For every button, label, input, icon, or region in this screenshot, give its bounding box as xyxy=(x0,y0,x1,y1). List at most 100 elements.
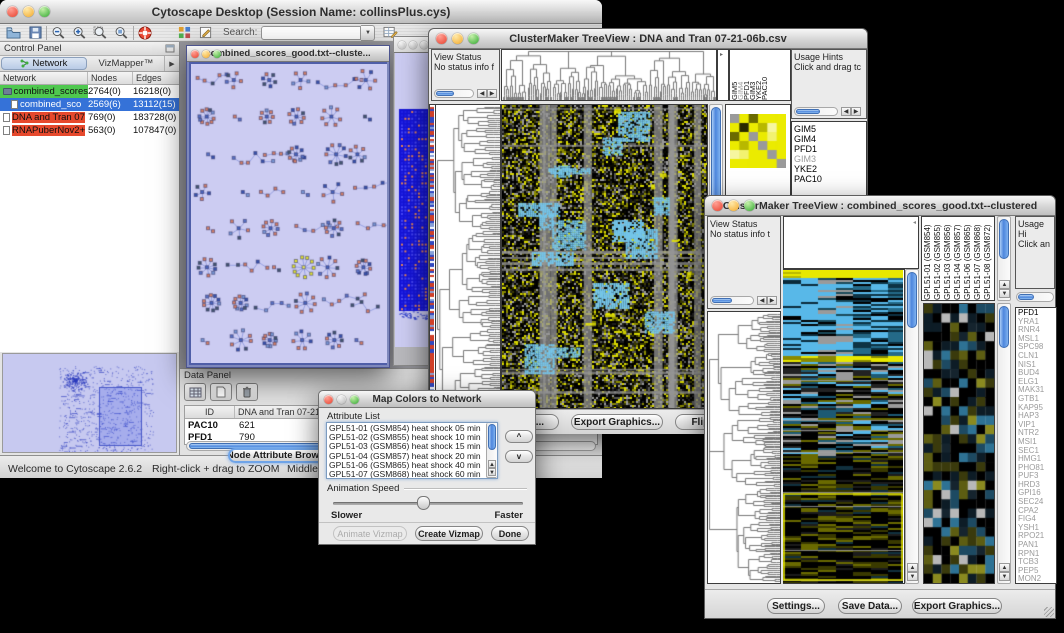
vscroll-thumb[interactable] xyxy=(488,424,496,450)
column-label[interactable]: GPL51-08 (GSM872) xyxy=(983,217,993,300)
zoom-button[interactable] xyxy=(39,6,50,17)
settings-button[interactable]: Settings... xyxy=(767,598,825,614)
gene-label[interactable]: YKE2 xyxy=(792,164,866,174)
scroll-down-arrow[interactable]: ▼ xyxy=(999,289,1010,298)
export-graphics-button[interactable]: Export Graphics... xyxy=(571,414,663,430)
scroll-left-arrow[interactable]: ◀ xyxy=(757,296,767,305)
zoom-button[interactable] xyxy=(744,200,755,211)
treeview2-heatmap[interactable] xyxy=(783,269,905,584)
zoom-out-icon[interactable] xyxy=(51,26,66,40)
treeview2-titlebar[interactable]: ClusterMaker TreeView : combined_scores_… xyxy=(705,196,1055,216)
treeview1-heatmap[interactable] xyxy=(501,104,708,409)
scroll-right-arrow[interactable]: ▶ xyxy=(851,107,861,116)
minimize-button[interactable] xyxy=(202,50,210,58)
usage-hints-hscrollbar[interactable] xyxy=(794,107,838,116)
node-attribute-browser-button[interactable]: Node Attribute Browser xyxy=(228,448,332,463)
column-label[interactable]: PAC10 xyxy=(762,50,768,100)
treeview2-column-dendrogram[interactable]: ◂ xyxy=(783,216,919,269)
treeview2-heatmap-vscrollbar[interactable]: ▲ ▼ xyxy=(905,269,919,584)
help-lifering-icon[interactable] xyxy=(138,26,152,40)
new-attribute-button[interactable] xyxy=(210,383,232,401)
birdseye-view[interactable] xyxy=(2,353,177,453)
scroll-left-arrow[interactable]: ◀ xyxy=(841,107,851,116)
select-attributes-button[interactable] xyxy=(184,383,206,401)
minimize-button[interactable] xyxy=(337,395,346,404)
float-panel-icon[interactable] xyxy=(165,44,175,53)
network-tree-row[interactable]: combined_scores 2764(0) 16218(0) xyxy=(0,85,179,98)
column-label[interactable]: GPL51-03 (GSM856) xyxy=(943,217,953,300)
scroll-up-arrow[interactable]: ▲ xyxy=(488,460,496,468)
resize-grip[interactable] xyxy=(1044,607,1054,617)
treeview1-row-dendrogram[interactable] xyxy=(435,104,501,409)
attribute-list-vscrollbar[interactable]: ▲ ▼ xyxy=(486,423,497,478)
search-input[interactable] xyxy=(261,26,361,40)
close-button[interactable] xyxy=(712,200,723,211)
treeview2-zoom-heatmap[interactable] xyxy=(923,303,995,584)
scroll-up-arrow[interactable]: ▲ xyxy=(999,563,1010,572)
treeview2-usage-hscrollbar[interactable] xyxy=(1016,292,1054,302)
attribute-list-item[interactable]: GPL51-07 (GSM868) heat shock 60 min xyxy=(327,470,497,479)
gene-label[interactable]: PAC10 xyxy=(792,174,866,184)
vscroll-thumb[interactable] xyxy=(907,272,917,328)
minimize-button[interactable] xyxy=(409,41,417,49)
vscroll-thumb[interactable] xyxy=(999,306,1009,348)
scroll-up-arrow[interactable]: ▲ xyxy=(907,563,918,572)
save-data-button[interactable]: Save Data... xyxy=(838,598,902,614)
dialog-titlebar[interactable]: Map Colors to Network xyxy=(319,391,535,408)
animate-vizmap-button[interactable]: Animate Vizmap xyxy=(333,526,407,541)
scroll-down-arrow[interactable]: ▼ xyxy=(488,468,496,476)
zoom-fit-icon[interactable] xyxy=(114,26,129,40)
view-status-hscrollbar[interactable] xyxy=(710,296,754,305)
network-view-titlebar[interactable]: combined_scores_good.txt--cluste... xyxy=(187,46,389,62)
scroll-up-arrow[interactable]: ▲ xyxy=(999,280,1010,289)
delete-attribute-button[interactable] xyxy=(236,383,258,401)
close-button[interactable] xyxy=(7,6,18,17)
treeview1-zoom-heatmap[interactable] xyxy=(730,114,786,168)
export-graphics-button[interactable]: Export Graphics... xyxy=(912,598,1002,614)
zoom-in-icon[interactable] xyxy=(72,26,87,40)
birdseye-canvas[interactable] xyxy=(3,354,176,452)
search-dropdown-button[interactable]: ▼ xyxy=(361,25,375,41)
close-button[interactable] xyxy=(398,41,406,49)
create-vizmap-button[interactable]: Create Vizmap xyxy=(415,526,483,541)
minimize-button[interactable] xyxy=(23,6,34,17)
scroll-right-arrow[interactable]: ▶ xyxy=(767,296,777,305)
network-tree-row[interactable]: DNA and Tran 07 769(0) 183728(0) xyxy=(0,111,179,124)
column-label[interactable]: GPL51-06 (GSM865) xyxy=(963,217,973,300)
panel-grid-icon[interactable] xyxy=(178,26,191,39)
tab-vizmapper[interactable]: VizMapper™ xyxy=(88,56,164,71)
minimize-button[interactable] xyxy=(452,33,463,44)
view-status-hscrollbar[interactable] xyxy=(434,89,474,98)
close-button[interactable] xyxy=(436,33,447,44)
scroll-down-arrow[interactable]: ▼ xyxy=(999,572,1010,581)
move-down-button[interactable]: v xyxy=(505,450,533,463)
close-button[interactable] xyxy=(191,50,199,58)
scroll-right-arrow[interactable]: ▶ xyxy=(487,89,497,98)
vscroll-thumb[interactable] xyxy=(999,219,1009,259)
gene-label[interactable]: PFD1 xyxy=(792,144,866,154)
treeview1-titlebar[interactable]: ClusterMaker TreeView : DNA and Tran 07-… xyxy=(429,29,867,49)
gene-label[interactable]: MON2 xyxy=(1016,575,1056,584)
network-tree-row[interactable]: combined_sco 2569(6) 13112(15) xyxy=(0,98,179,111)
close-button[interactable] xyxy=(324,395,333,404)
open-session-icon[interactable] xyxy=(6,26,21,39)
scroll-down-arrow[interactable]: ▼ xyxy=(907,572,918,581)
network-canvas[interactable] xyxy=(191,64,387,363)
column-label[interactable]: GPL51-04 (GSM857) xyxy=(953,217,963,300)
speed-slider-thumb[interactable] xyxy=(417,496,430,510)
column-label[interactable]: GPL51-02 (GSM855) xyxy=(933,217,943,300)
tab-network[interactable]: Network xyxy=(1,57,87,70)
tab-overflow-button[interactable]: ▶ xyxy=(164,56,179,71)
treeview1-column-dendrogram[interactable] xyxy=(501,49,717,101)
treeview2-collabel-vscrollbar[interactable]: ▲ ▼ xyxy=(997,216,1011,301)
gene-label[interactable]: GIM5 xyxy=(792,124,866,134)
scroll-left-arrow[interactable]: ◀ xyxy=(477,89,487,98)
minimize-button[interactable] xyxy=(728,200,739,211)
network-tree-row[interactable]: RNAPuberNov2+ 563(0) 107847(0) xyxy=(0,124,179,137)
main-titlebar[interactable]: Cytoscape Desktop (Session Name: collins… xyxy=(0,0,602,24)
save-session-icon[interactable] xyxy=(29,26,42,39)
move-up-button[interactable]: ^ xyxy=(505,430,533,443)
treeview2-row-dendrogram[interactable] xyxy=(707,311,781,584)
gene-label[interactable]: GIM3 xyxy=(792,154,866,164)
zoom-button[interactable] xyxy=(420,41,428,49)
